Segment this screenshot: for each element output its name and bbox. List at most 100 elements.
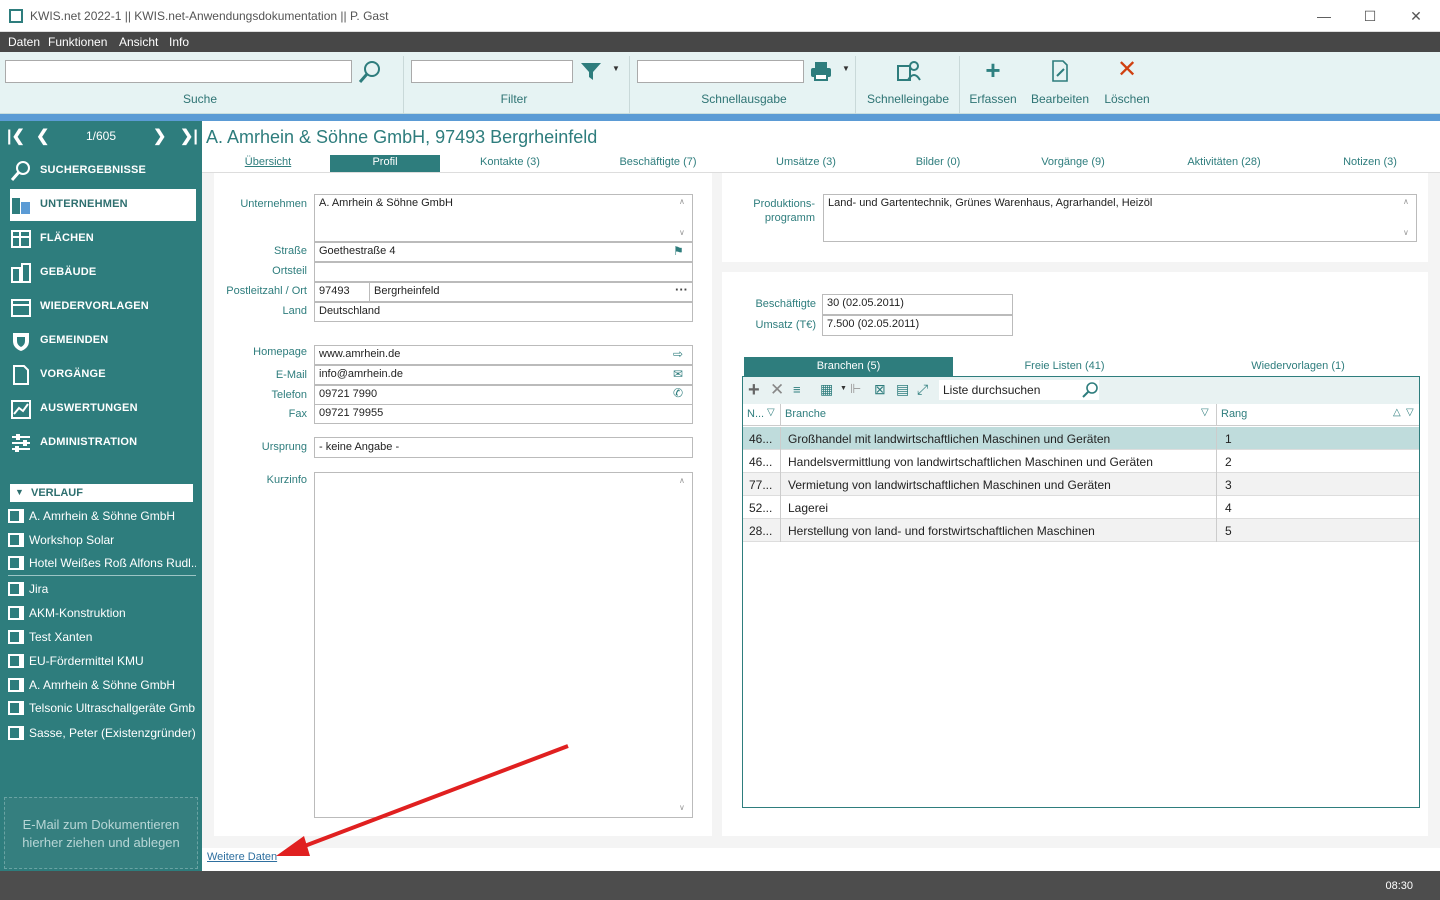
layout-icon[interactable]: ▤: [896, 381, 909, 398]
print-dropdown-icon[interactable]: ▼: [842, 64, 850, 73]
scroll-up-icon[interactable]: ∧: [679, 476, 685, 485]
table-row[interactable]: 46... Handelsvermittlung von landwirtscha…: [743, 450, 1419, 473]
close-button[interactable]: ✕: [1401, 6, 1431, 26]
map-icon[interactable]: ⚑: [673, 244, 684, 258]
sidebar-item-suchergebnisse[interactable]: SUCHERGEBNISSE: [10, 155, 196, 187]
tab-4[interactable]: Umsätze (3): [760, 155, 852, 172]
city-field[interactable]: Bergrheinfeld: [369, 282, 693, 302]
sidebar-item-unternehmen[interactable]: UNTERNEHMEN: [10, 189, 196, 221]
district-field[interactable]: [314, 262, 693, 282]
excel-export-icon[interactable]: ⊠: [874, 381, 886, 398]
columns-dropdown-icon[interactable]: ▼: [840, 385, 847, 392]
next-record-icon[interactable]: ❯: [153, 126, 166, 146]
tab-1[interactable]: Profil: [330, 155, 440, 172]
tab-0[interactable]: Übersicht: [228, 155, 308, 172]
quickout-input[interactable]: [637, 60, 804, 83]
menu-funktionen[interactable]: Funktionen: [48, 35, 107, 49]
grid-search-icon[interactable]: [1081, 381, 1099, 399]
table-row[interactable]: 52... Lagerei 4: [743, 496, 1419, 519]
web-icon[interactable]: ⇨: [673, 347, 683, 361]
tab-branchen[interactable]: Branchen (5): [744, 357, 953, 376]
scroll-down-icon[interactable]: ∨: [679, 228, 685, 237]
sidebar-item-vorgänge[interactable]: VORGÄNGE: [10, 359, 196, 391]
tab-freie-listen[interactable]: Freie Listen (41): [960, 357, 1169, 376]
create-button[interactable]: + Erfassen: [966, 56, 1020, 114]
scroll-up-icon[interactable]: ∧: [1403, 197, 1409, 206]
filter-branche-icon[interactable]: ▽: [1201, 407, 1209, 418]
tab-2[interactable]: Kontakte (3): [450, 155, 570, 172]
sort-asc-icon[interactable]: △: [1393, 407, 1401, 418]
scroll-down-icon[interactable]: ∨: [679, 803, 685, 812]
table-row[interactable]: 77... Vermietung von landwirtschaftlichen…: [743, 473, 1419, 496]
history-item[interactable]: Hotel Weißes Roß Alfons Rudl...: [8, 552, 196, 574]
tab-7[interactable]: Aktivitäten (28): [1172, 155, 1276, 172]
remove-row-icon[interactable]: ✕: [770, 380, 784, 400]
add-row-icon[interactable]: +: [748, 379, 760, 402]
history-item[interactable]: A. Amrhein & Söhne GmbH: [8, 674, 196, 696]
sidebar-item-flächen[interactable]: FLÄCHEN: [10, 223, 196, 255]
sidebar-item-wiedervorlagen[interactable]: WIEDERVORLAGEN: [10, 291, 196, 323]
tab-3[interactable]: Beschäftigte (7): [602, 155, 714, 172]
first-record-icon[interactable]: |❮: [7, 126, 25, 146]
printer-icon[interactable]: [810, 61, 832, 81]
sort-icon[interactable]: ≡: [793, 382, 801, 397]
menu-daten[interactable]: Daten: [8, 35, 40, 49]
fax-field[interactable]: 09721 79955: [314, 404, 693, 424]
history-item[interactable]: AKM-Konstruktion: [8, 602, 196, 624]
edit-button[interactable]: Bearbeiten: [1027, 56, 1093, 114]
history-item[interactable]: A. Amrhein & Söhne GmbH: [8, 505, 196, 527]
filter-rang-icon[interactable]: ▽: [1406, 407, 1414, 418]
scroll-down-icon[interactable]: ∨: [1403, 228, 1409, 237]
search-input[interactable]: [5, 60, 352, 83]
header-n[interactable]: N...: [747, 408, 764, 420]
employees-field[interactable]: 30 (02.05.2011): [822, 294, 1013, 315]
email-dropzone[interactable]: E-Mail zum Dokumentieren hierher ziehen …: [4, 797, 198, 869]
sidebar-item-gemeinden[interactable]: GEMEINDEN: [10, 325, 196, 357]
history-header[interactable]: ▼ VERLAUF: [10, 484, 193, 502]
history-item[interactable]: Test Xanten: [8, 626, 196, 648]
minimize-button[interactable]: —: [1309, 6, 1339, 26]
prev-record-icon[interactable]: ❮: [36, 126, 49, 146]
delete-button[interactable]: ✕ Löschen: [1100, 56, 1154, 114]
email-field[interactable]: info@amrhein.de: [314, 365, 693, 385]
company-field[interactable]: A. Amrhein & Söhne GmbH: [314, 194, 693, 242]
tab-6[interactable]: Vorgänge (9): [1022, 155, 1124, 172]
grid-search-input[interactable]: Liste durchsuchen: [939, 380, 1099, 400]
search-icon[interactable]: [357, 59, 383, 85]
more-data-link[interactable]: Weitere Daten: [207, 851, 277, 863]
header-rang[interactable]: Rang: [1221, 408, 1247, 420]
history-item[interactable]: Telsonic Ultraschallgeräte Gmb...: [8, 697, 196, 719]
more-icon[interactable]: ···: [675, 282, 688, 297]
origin-select[interactable]: - keine Angabe -: [314, 437, 693, 458]
filter-input[interactable]: [411, 60, 573, 83]
header-branche[interactable]: Branche: [785, 408, 826, 420]
revenue-field[interactable]: 7.500 (02.05.2011): [822, 315, 1013, 336]
table-row[interactable]: 28... Herstellung von land- und forstwirt…: [743, 519, 1419, 542]
program-field[interactable]: Land- und Gartentechnik, Grünes Warenhau…: [823, 194, 1417, 242]
table-row[interactable]: 46... Großhandel mit landwirtschaftlichen…: [743, 427, 1419, 450]
maximize-button[interactable]: ☐: [1355, 6, 1385, 26]
scroll-up-icon[interactable]: ∧: [679, 197, 685, 206]
homepage-field[interactable]: www.amrhein.de: [314, 345, 693, 365]
tab-8[interactable]: Notizen (3): [1326, 155, 1414, 172]
sidebar-item-auswertungen[interactable]: AUSWERTUNGEN: [10, 393, 196, 425]
country-field[interactable]: Deutschland: [314, 302, 693, 322]
expand-icon[interactable]: ⤢: [917, 381, 928, 398]
history-item[interactable]: EU-Fördermittel KMU: [8, 650, 196, 672]
history-item[interactable]: Workshop Solar: [8, 529, 196, 551]
history-item[interactable]: Sasse, Peter (Existenzgründer): [8, 722, 196, 744]
quickentry-button[interactable]: Schnelleingabe: [860, 56, 956, 114]
filter-n-icon[interactable]: ▽: [767, 407, 775, 418]
sidebar-item-administration[interactable]: ADMINISTRATION: [10, 427, 196, 459]
columns-icon[interactable]: ▦: [820, 381, 833, 398]
mail-icon[interactable]: ✉: [673, 367, 683, 381]
zip-field[interactable]: 97493: [314, 282, 370, 302]
tab-5[interactable]: Bilder (0): [900, 155, 976, 172]
street-field[interactable]: Goethestraße 4: [314, 242, 693, 262]
last-record-icon[interactable]: ❯|: [180, 126, 198, 146]
filter-icon[interactable]: [580, 61, 602, 81]
menu-info[interactable]: Info: [169, 35, 189, 49]
phone-icon[interactable]: ✆: [673, 386, 683, 400]
menu-ansicht[interactable]: Ansicht: [119, 35, 158, 49]
clear-filter-icon[interactable]: ⊩: [850, 381, 861, 397]
